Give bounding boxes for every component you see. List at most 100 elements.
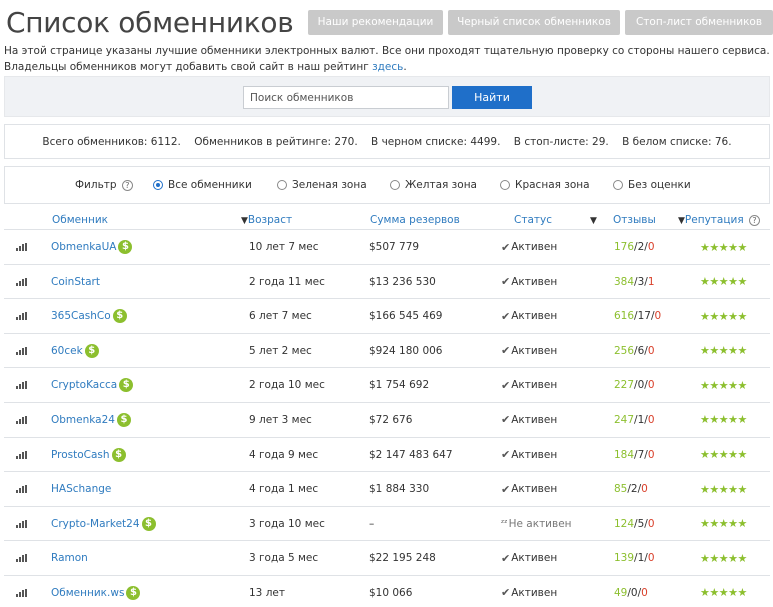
radio-icon[interactable] (390, 180, 400, 190)
search-panel: Найти (4, 76, 770, 117)
reputation-stars-icon: ★★★★★ (700, 551, 747, 565)
filter-option-unrated[interactable]: Без оценки (613, 179, 691, 191)
reviews-cell[interactable]: 247/1/0 (614, 403, 655, 437)
exchanger-link[interactable]: CryptoKacca (51, 379, 117, 391)
radio-icon[interactable] (613, 180, 623, 190)
sleep-icon: ᶻᶻ (501, 518, 508, 529)
exchanger-link[interactable]: ObmenkaUA (51, 241, 116, 253)
exchanger-name-cell[interactable]: Crypto-Market24 $ (51, 507, 156, 541)
reviews-neutral: 0 (637, 379, 645, 392)
reviews-negative: 0 (647, 552, 655, 565)
reputation-stars-icon: ★★★★★ (700, 378, 747, 392)
radio-icon[interactable] (500, 180, 510, 190)
chart-bars-icon[interactable] (16, 507, 27, 541)
reviews-negative: 0 (641, 483, 648, 496)
filter-option-all[interactable]: Все обменники (153, 179, 252, 191)
reviews-cell[interactable]: 139/1/0 (614, 541, 655, 575)
reviews-cell[interactable]: 124/5/0 (614, 507, 655, 541)
age-cell: 9 лет 3 мес (249, 413, 312, 426)
exchanger-name-cell[interactable]: Ramon (51, 541, 88, 575)
exchanger-link[interactable]: Обменник.ws (51, 587, 124, 599)
reviews-cell[interactable]: 384/3/1 (614, 265, 655, 299)
chart-bars-icon[interactable] (16, 299, 27, 333)
table-row: 365CashCo $6 лет 7 мес $166 545 469 ✔ Активе… (4, 299, 770, 334)
intro-text: На этой странице указаны лучшие обменник… (4, 43, 770, 75)
chart-bars-icon[interactable] (16, 265, 27, 299)
exchanger-link[interactable]: 365CashCo (51, 310, 111, 322)
column-status[interactable]: Статус (514, 214, 552, 226)
reviews-cell[interactable]: 616/17/0 (614, 299, 661, 333)
search-input[interactable] (243, 86, 449, 109)
reviews-cell[interactable]: 184/7/0 (614, 438, 655, 472)
chart-bars-icon[interactable] (16, 438, 27, 472)
radio-checked-icon[interactable] (153, 180, 163, 190)
reviews-cell[interactable]: 85/2/0 (614, 472, 648, 506)
dollar-icon: $ (111, 447, 126, 462)
help-icon[interactable]: ? (748, 214, 760, 226)
filter-option-green[interactable]: Зеленая зона (277, 179, 367, 191)
exchanger-link[interactable]: HASchange (51, 483, 111, 495)
filter-option-red[interactable]: Красная зона (500, 179, 590, 191)
check-icon: ✔ (501, 586, 511, 600)
exchanger-link[interactable]: Crypto-Market24 (51, 518, 140, 530)
reviews-positive: 247 (614, 413, 635, 426)
column-age[interactable]: ▼Возраст (241, 214, 292, 226)
exchanger-name-cell[interactable]: ProstoCash $ (51, 438, 126, 472)
reputation-stars-icon: ★★★★★ (700, 344, 747, 358)
page-header: Список обменников Наши рекомендации Черн… (6, 4, 773, 40)
status-text: Активен (511, 448, 558, 461)
reviews-cell[interactable]: 49/0/0 (614, 576, 648, 607)
column-reviews[interactable]: Отзывы (613, 214, 656, 226)
recommendations-button[interactable]: Наши рекомендации (308, 10, 443, 35)
table-row: 60cek $5 лет 2 мес $924 180 006 ✔ Активен 256… (4, 334, 770, 369)
status-cell: ✔ Активен (501, 299, 557, 333)
column-name[interactable]: Обменник (52, 214, 108, 226)
chart-bars-icon[interactable] (16, 472, 27, 506)
chart-bars-icon[interactable] (16, 368, 27, 402)
chart-bars-icon[interactable] (16, 576, 27, 607)
chart-bars-icon[interactable] (16, 541, 27, 575)
reserve-cell: $10 066 (369, 586, 413, 599)
age-cell: 6 лет 7 мес (249, 310, 312, 323)
chart-bars-icon[interactable] (16, 334, 27, 368)
reviews-neutral: 1 (637, 413, 645, 426)
chart-bars-icon[interactable] (16, 403, 27, 437)
sort-down-icon: ▼ (678, 216, 685, 226)
exchanger-link[interactable]: Ramon (51, 552, 88, 564)
add-site-link[interactable]: здесь (372, 61, 403, 73)
exchanger-name-cell[interactable]: CryptoKacca $ (51, 368, 134, 402)
dollar-icon: $ (118, 240, 133, 254)
column-reputation[interactable]: ▼Репутация ? (678, 214, 760, 226)
exchanger-link[interactable]: 60cek (51, 345, 83, 357)
status-sort-icon[interactable]: ▼ (590, 214, 597, 226)
column-reserve[interactable]: Сумма резервов (370, 214, 460, 226)
chart-bars-icon[interactable] (16, 230, 27, 264)
exchanger-link[interactable]: CoinStart (51, 276, 100, 288)
reviews-cell[interactable]: 227/0/0 (614, 368, 655, 402)
status-text: Активен (511, 413, 558, 426)
exchanger-name-cell[interactable]: Обменник.ws $ (51, 576, 141, 607)
filter-label: Фильтр (75, 179, 117, 191)
status-text: Активен (511, 344, 558, 357)
exchanger-link[interactable]: ProstoCash (51, 449, 110, 461)
reviews-neutral: 2 (637, 241, 645, 253)
filter-label-wrap: Фильтр ? (75, 179, 133, 191)
reviews-cell[interactable]: 256/6/0 (614, 334, 655, 368)
filter-option-yellow[interactable]: Желтая зона (390, 179, 477, 191)
exchanger-name-cell[interactable]: ObmenkaUA $ (51, 230, 133, 264)
exchanger-name-cell[interactable]: HASchange (51, 472, 111, 506)
exchanger-name-cell[interactable]: CoinStart (51, 265, 100, 299)
exchanger-name-cell[interactable]: Obmenka24 $ (51, 403, 131, 437)
help-icon[interactable]: ? (121, 179, 133, 191)
filter-panel: Фильтр ? Все обменники Зеленая зона Желт… (4, 166, 770, 204)
exchanger-name-cell[interactable]: 60cek $ (51, 334, 99, 368)
reviews-positive: 49 (614, 586, 628, 599)
status-cell: ✔ Активен (501, 576, 557, 607)
stoplist-button[interactable]: Стоп-лист обменников (625, 10, 773, 35)
reviews-cell[interactable]: 176/2/0 (614, 230, 655, 264)
radio-icon[interactable] (277, 180, 287, 190)
search-button[interactable]: Найти (452, 86, 532, 109)
exchanger-name-cell[interactable]: 365CashCo $ (51, 299, 127, 333)
blacklist-button[interactable]: Черный список обменников (448, 10, 620, 35)
exchanger-link[interactable]: Obmenka24 (51, 414, 115, 426)
